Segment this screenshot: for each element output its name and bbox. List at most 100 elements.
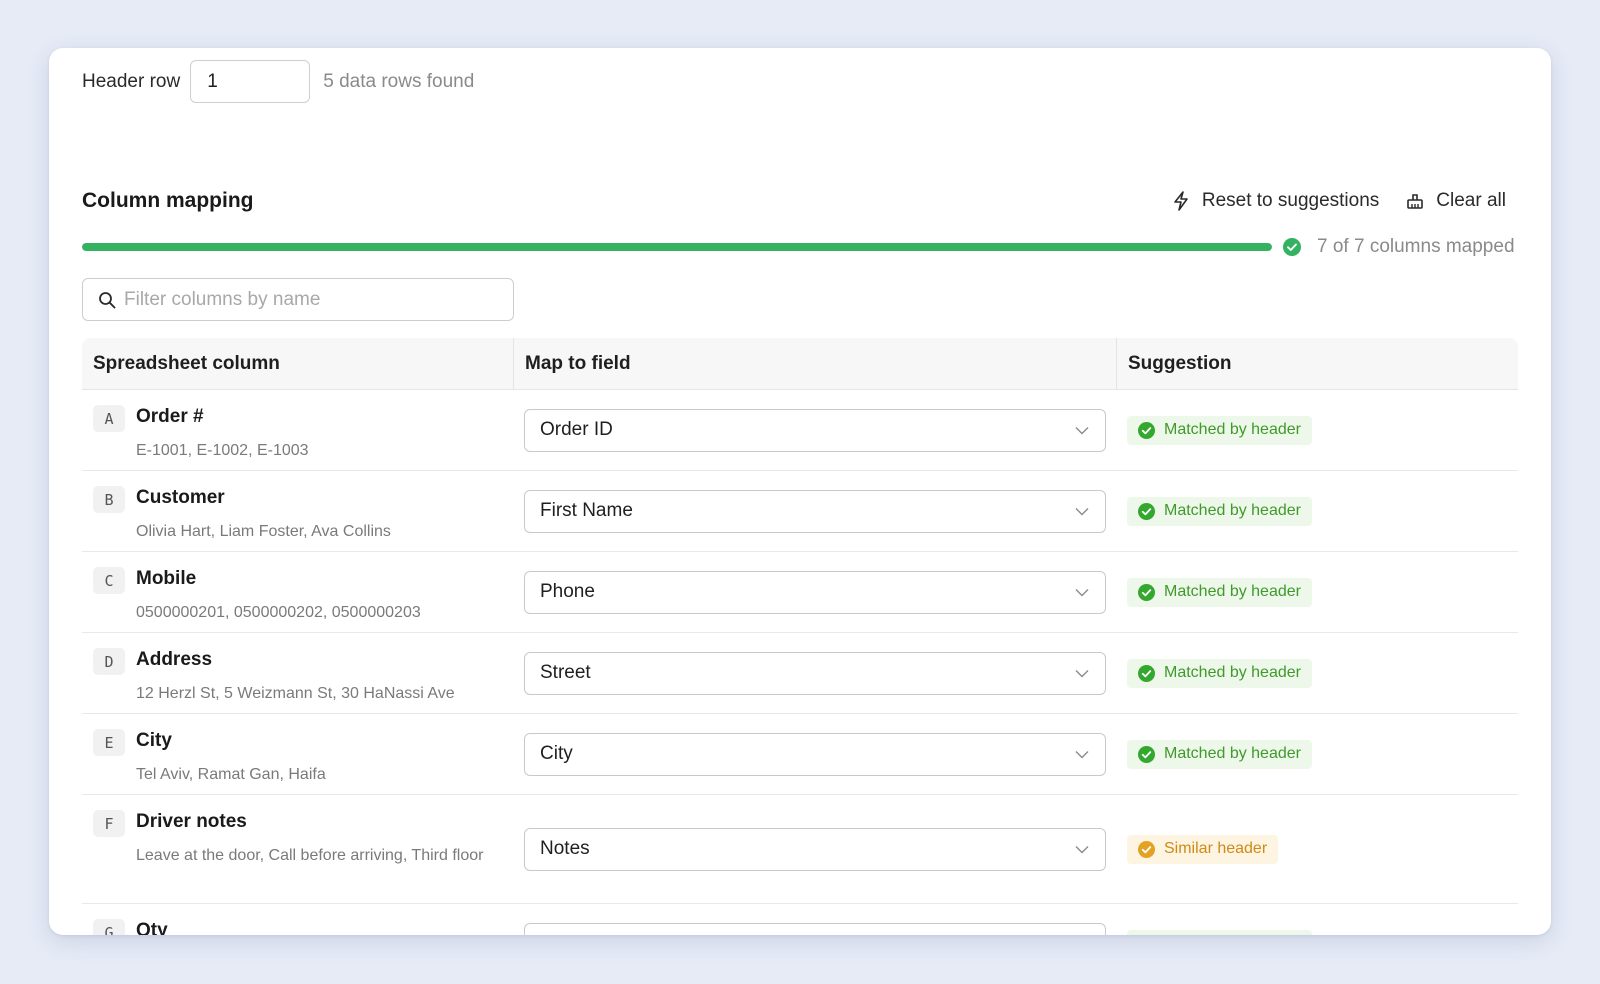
- map-to-field-cell: First Name: [513, 471, 1116, 551]
- broom-icon: [1407, 194, 1424, 209]
- field-select-value: Notes: [540, 838, 590, 859]
- column-sample-values: Olivia Hart, Liam Foster, Ava Collins: [136, 523, 391, 540]
- suggestion-text: Matched by header: [1164, 421, 1301, 438]
- map-to-field-cell: Phone: [513, 552, 1116, 632]
- suggestion-text: Matched by header: [1164, 664, 1301, 681]
- column-name: Qty: [136, 920, 168, 935]
- table-row: B Customer Olivia Hart, Liam Foster, Ava C…: [82, 471, 1518, 552]
- column-header-suggestion: Suggestion: [1116, 337, 1518, 390]
- column-letter: E: [93, 729, 125, 756]
- field-select[interactable]: First Name: [524, 489, 1106, 533]
- check-circle-icon: [1138, 583, 1155, 601]
- suggestion-badge: Matched by header: [1127, 496, 1312, 526]
- suggestion-badge: Matched by header: [1127, 658, 1312, 688]
- field-select[interactable]: City: [524, 732, 1106, 776]
- progress-bar: [82, 243, 1272, 251]
- header-row-label: Header row: [82, 70, 181, 92]
- table-body: A Order # E-1001, E-1002, E-1003 Order ID Ma…: [82, 390, 1518, 935]
- spreadsheet-column-cell: C Mobile 0500000201, 0500000202, 050000020…: [82, 552, 513, 632]
- field-select[interactable]: Street: [524, 651, 1106, 695]
- column-letter: A: [93, 405, 125, 432]
- column-sample-values: Leave at the door, Call before arriving,…: [136, 847, 484, 864]
- filter-columns-input[interactable]: [124, 288, 504, 311]
- column-name: Mobile: [136, 568, 197, 589]
- table-row: A Order # E-1001, E-1002, E-1003 Order ID Ma…: [82, 390, 1518, 471]
- column-sample-values: 12 Herzl St, 5 Weizmann St, 30 HaNassi A…: [136, 685, 455, 702]
- mapping-actions: Reset to suggestions Clear all: [1172, 190, 1506, 212]
- chevron-down-icon: [1075, 507, 1089, 515]
- column-name: Order #: [136, 406, 204, 427]
- table-row: E City Tel Aviv, Ramat Gan, Haifa City Match…: [82, 714, 1518, 795]
- suggestion-badge: Matched by header: [1127, 739, 1312, 769]
- table-row: GQty1, 2, 1 Parcels Quantity Matched by he…: [82, 904, 1518, 935]
- column-mapping-table: Spreadsheet column Map to field Suggesti…: [82, 337, 1518, 935]
- map-to-field-cell: Street: [513, 633, 1116, 713]
- suggestion-badge: Matched by header: [1127, 929, 1312, 935]
- suggestion-cell: Matched by header: [1116, 714, 1518, 794]
- column-header-map-to-field: Map to field: [513, 337, 1116, 390]
- suggestion-text: Matched by header: [1164, 583, 1301, 600]
- column-name: City: [136, 730, 172, 751]
- field-select[interactable]: Parcels Quantity: [524, 922, 1106, 935]
- map-to-field-cell: Order ID: [513, 390, 1116, 470]
- suggestion-cell: Matched by header: [1116, 633, 1518, 713]
- filter-columns-box[interactable]: [82, 278, 514, 321]
- spreadsheet-column-cell: F Driver notes Leave at the door, Call bef…: [82, 795, 513, 903]
- column-name: Customer: [136, 487, 225, 508]
- column-sample-values: 0500000201, 0500000202, 0500000203: [136, 604, 421, 621]
- column-name: Address: [136, 649, 213, 670]
- field-select-value: First Name: [540, 500, 633, 521]
- field-select-value: City: [540, 743, 573, 764]
- field-select-value: Street: [540, 662, 591, 683]
- suggestion-text: Matched by header: [1164, 745, 1301, 762]
- map-to-field-cell: Notes: [513, 795, 1116, 903]
- field-select-value: Parcels Quantity: [540, 933, 679, 935]
- suggestion-cell: Matched by header: [1116, 390, 1518, 470]
- suggestion-badge: Similar header: [1127, 834, 1279, 864]
- field-select[interactable]: Phone: [524, 570, 1106, 614]
- table-header: Spreadsheet column Map to field Suggesti…: [82, 337, 1518, 390]
- check-circle-icon: [1283, 238, 1301, 256]
- field-select[interactable]: Order ID: [524, 408, 1106, 452]
- table-row: F Driver notes Leave at the door, Call bef…: [82, 795, 1518, 904]
- import-mapping-card: Header row 5 data rows found Column mapp…: [49, 48, 1551, 935]
- column-header-spreadsheet: Spreadsheet column: [93, 352, 280, 374]
- field-select[interactable]: Notes: [524, 827, 1106, 871]
- field-select-value: Order ID: [540, 419, 613, 440]
- column-letter: C: [93, 567, 125, 594]
- chevron-down-icon: [1075, 750, 1089, 758]
- suggestion-cell: Matched by header: [1116, 471, 1518, 551]
- clear-all-button[interactable]: Clear all: [1406, 190, 1506, 212]
- column-name: Driver notes: [136, 811, 247, 832]
- header-row-setting: Header row 5 data rows found: [82, 60, 474, 103]
- page-title: Column mapping: [82, 189, 254, 212]
- chevron-down-icon: [1075, 588, 1089, 596]
- map-to-field-cell: City: [513, 714, 1116, 794]
- spreadsheet-column-cell: GQty1, 2, 1: [82, 904, 513, 935]
- suggestion-cell: Similar header: [1116, 795, 1518, 903]
- column-sample-values: Tel Aviv, Ramat Gan, Haifa: [136, 766, 326, 783]
- check-circle-icon: [1138, 502, 1155, 520]
- check-circle-icon: [1138, 840, 1155, 858]
- check-circle-icon: [1138, 421, 1155, 439]
- column-sample-values: E-1001, E-1002, E-1003: [136, 442, 309, 459]
- chevron-down-icon: [1075, 669, 1089, 677]
- map-to-field-cell: Parcels Quantity: [513, 904, 1116, 935]
- spreadsheet-column-cell: D Address 12 Herzl St, 5 Weizmann St, 30 H…: [82, 633, 513, 713]
- spreadsheet-column-cell: A Order # E-1001, E-1002, E-1003: [82, 390, 513, 470]
- progress-bar-fill: [82, 243, 1272, 251]
- check-circle-icon: [1138, 664, 1155, 682]
- table-row: D Address 12 Herzl St, 5 Weizmann St, 30 H…: [82, 633, 1518, 714]
- data-rows-found-text: 5 data rows found: [323, 70, 475, 92]
- column-letter: B: [93, 486, 125, 513]
- column-letter: F: [93, 810, 125, 837]
- spreadsheet-column-cell: E City Tel Aviv, Ramat Gan, Haifa: [82, 714, 513, 794]
- reset-to-suggestions-button[interactable]: Reset to suggestions: [1172, 190, 1379, 212]
- check-circle-icon: [1138, 745, 1155, 763]
- header-row-input[interactable]: [190, 60, 311, 103]
- mapping-progress: 7 of 7 columns mapped: [82, 232, 1518, 262]
- mapping-title-row: Column mapping Reset to suggestions Clea…: [82, 181, 1518, 221]
- table-row: C Mobile 0500000201, 0500000202, 050000020…: [82, 552, 1518, 633]
- chevron-down-icon: [1075, 426, 1089, 434]
- reset-label: Reset to suggestions: [1201, 190, 1380, 211]
